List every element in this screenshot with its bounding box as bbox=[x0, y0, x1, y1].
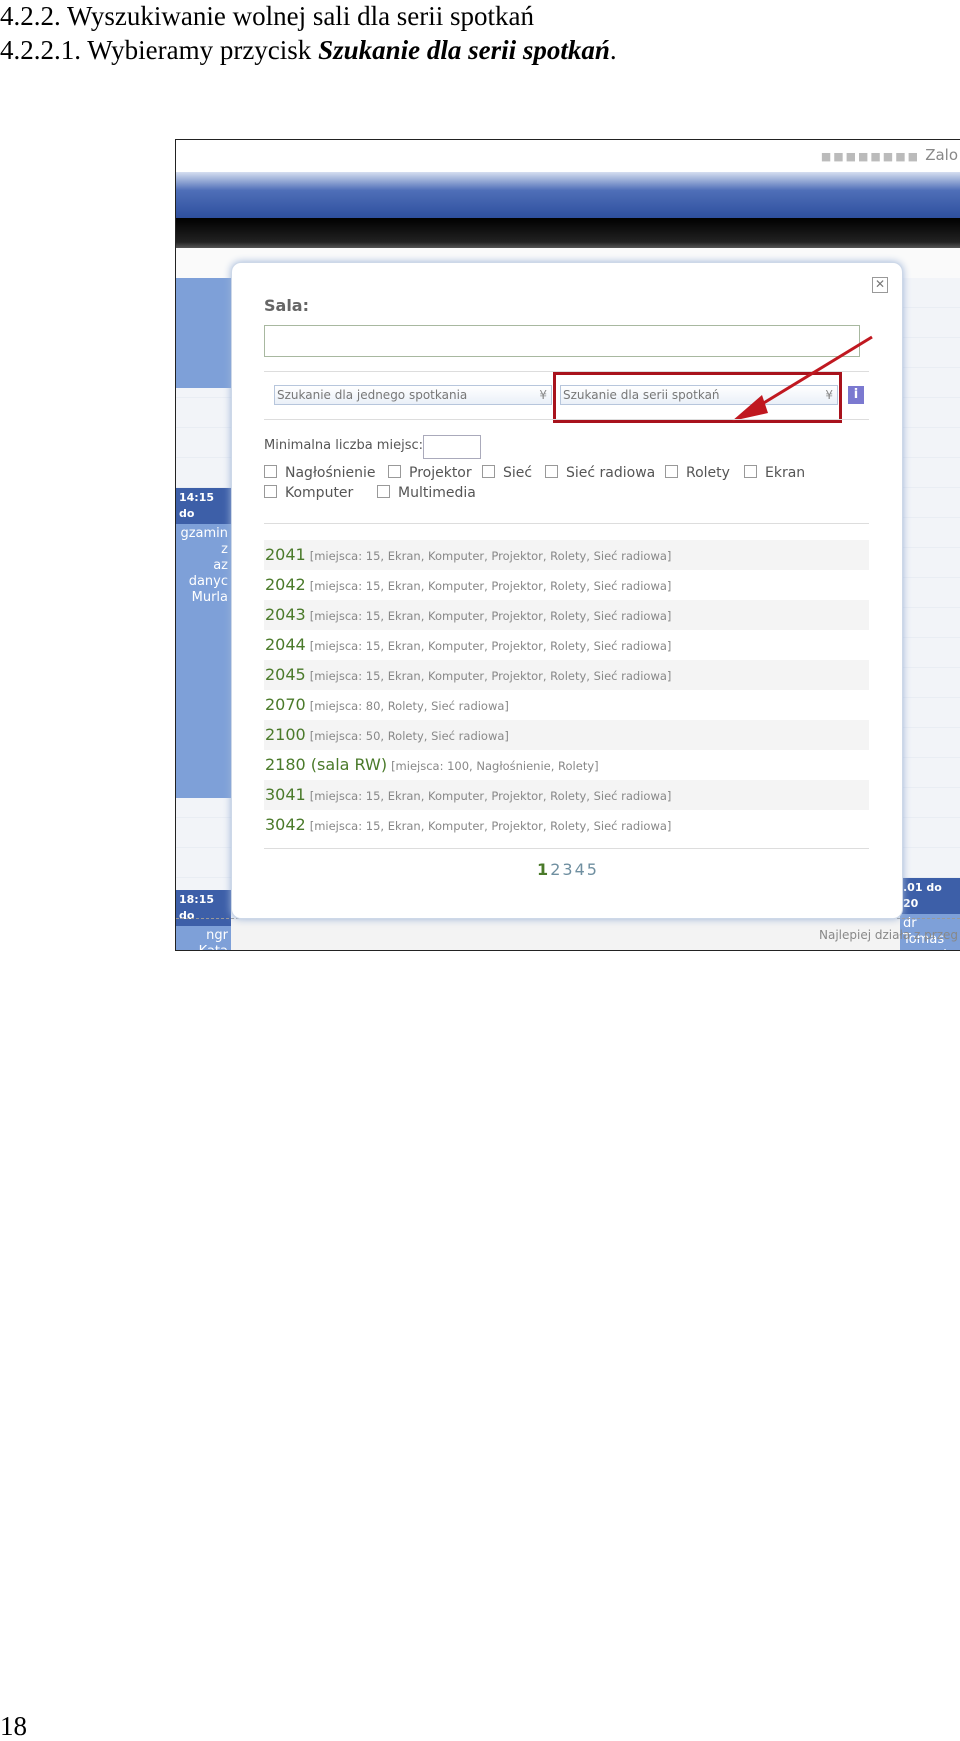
step-emphasis: Szukanie dla serii spotkań bbox=[318, 35, 610, 65]
pagination: 12345 bbox=[232, 860, 902, 879]
checkbox-rolety[interactable]: Rolety bbox=[665, 465, 730, 481]
calendar-event-2[interactable]: 18:15 do ngr Kata Dudek bbox=[176, 890, 231, 950]
step-prefix: 4.2.2.1. Wybieramy przycisk bbox=[0, 35, 319, 65]
checkbox-icon bbox=[482, 465, 495, 478]
divider bbox=[264, 848, 869, 849]
room-details: [miejsca: 100, Nagłośnienie, Rolety] bbox=[391, 759, 599, 773]
arrow-icon bbox=[732, 335, 873, 421]
app-screenshot: ■■■■■■■■ Zalo 14:15 do gzamin z az danyc… bbox=[175, 139, 960, 951]
room-number: 2100 bbox=[265, 725, 306, 744]
checkbox-label: Sieć radiowa bbox=[566, 465, 656, 481]
close-icon[interactable]: ✕ bbox=[872, 277, 888, 293]
section-heading: 4.2.2. Wyszukiwanie wolnej sali dla seri… bbox=[0, 1, 535, 31]
chevron-down-icon: ¥ bbox=[539, 388, 547, 402]
list-item[interactable]: 2043 [miejsca: 15, Ekran, Komputer, Proje… bbox=[264, 600, 869, 630]
event-time: .01 do 20 bbox=[900, 878, 960, 914]
room-number: 2070 bbox=[265, 695, 306, 714]
footer-note: Najlepiej działa z przeg bbox=[818, 928, 958, 942]
page-link-1[interactable]: 1 bbox=[537, 860, 548, 879]
room-details: [miejsca: 50, Rolety, Sieć radiowa] bbox=[309, 729, 509, 743]
min-seats-input[interactable] bbox=[423, 435, 481, 459]
checkbox-icon bbox=[744, 465, 757, 478]
room-number: 2045 bbox=[265, 665, 306, 684]
checkbox-label: Sieć bbox=[503, 465, 533, 481]
list-item[interactable]: 2100 [miejsca: 50, Rolety, Sieć radiowa] bbox=[264, 720, 869, 750]
checkbox-label: Nagłośnienie bbox=[285, 465, 376, 481]
checkbox-icon bbox=[377, 485, 390, 498]
event-body: gzamin z az danyc Murla bbox=[180, 526, 228, 605]
room-details: [miejsca: 15, Ekran, Komputer, Projektor… bbox=[309, 639, 672, 653]
room-details: [miejsca: 15, Ekran, Komputer, Projektor… bbox=[309, 789, 672, 803]
room-details: [miejsca: 15, Ekran, Komputer, Projektor… bbox=[309, 549, 672, 563]
page-link-2[interactable]: 2 bbox=[550, 860, 560, 879]
checkbox-siec[interactable]: Sieć bbox=[482, 465, 532, 481]
checkbox-icon bbox=[264, 465, 277, 478]
nav-bar bbox=[176, 218, 960, 248]
divider bbox=[264, 419, 869, 420]
room-number: 2180 (sala RW) bbox=[265, 755, 388, 774]
checkbox-naglosnienie[interactable]: Nagłośnienie bbox=[264, 465, 376, 481]
calendar-event-mid-left[interactable] bbox=[176, 628, 231, 798]
step-suffix: . bbox=[609, 35, 617, 65]
room-details: [miejsca: 15, Ekran, Komputer, Projektor… bbox=[309, 819, 672, 833]
room-details: [miejsca: 80, Rolety, Sieć radiowa] bbox=[309, 699, 509, 713]
room-details: [miejsca: 15, Ekran, Komputer, Projektor… bbox=[309, 669, 672, 683]
select-label: Szukanie dla jednego spotkania bbox=[277, 388, 468, 402]
checkbox-icon bbox=[264, 485, 277, 498]
room-number: 2044 bbox=[265, 635, 306, 654]
list-item[interactable]: 2042 [miejsca: 15, Ekran, Komputer, Proje… bbox=[264, 570, 869, 600]
login-link[interactable]: Zalo bbox=[925, 146, 958, 164]
calendar-event-top-left[interactable] bbox=[176, 278, 231, 388]
sala-label: Sala: bbox=[264, 296, 309, 315]
checkbox-komputer[interactable]: Komputer bbox=[264, 485, 353, 501]
checkbox-multimedia[interactable]: Multimedia bbox=[377, 485, 476, 501]
page-link-3[interactable]: 3 bbox=[562, 860, 572, 879]
room-details: [miejsca: 15, Ekran, Komputer, Projektor… bbox=[309, 579, 672, 593]
room-list: 2041 [miejsca: 15, Ekran, Komputer, Proje… bbox=[264, 540, 869, 840]
event-body: ngr Kata Dudek bbox=[199, 928, 228, 950]
checkbox-ekran[interactable]: Ekran bbox=[744, 465, 805, 481]
list-item[interactable]: 2041 [miejsca: 15, Ekran, Komputer, Proje… bbox=[264, 540, 869, 570]
single-meeting-search-select[interactable]: Szukanie dla jednego spotkania ¥ bbox=[274, 385, 552, 405]
checkbox-icon bbox=[545, 465, 558, 478]
min-seats-label: Minimalna liczba miejsc: bbox=[264, 438, 423, 453]
list-item[interactable]: 2070 [miejsca: 80, Rolety, Sieć radiowa] bbox=[264, 690, 869, 720]
checkbox-label: Rolety bbox=[686, 465, 730, 481]
page-link-5[interactable]: 5 bbox=[587, 860, 597, 879]
list-item[interactable]: 3042 [miejsca: 15, Ekran, Komputer, Proje… bbox=[264, 810, 869, 840]
room-number: 2041 bbox=[265, 545, 306, 564]
checkbox-icon bbox=[388, 465, 401, 478]
checkbox-projektor[interactable]: Projektor bbox=[388, 465, 472, 481]
list-item[interactable]: 2045 [miejsca: 15, Ekran, Komputer, Proje… bbox=[264, 660, 869, 690]
page-link-4[interactable]: 4 bbox=[575, 860, 585, 879]
room-search-dialog: ✕ Sala: Szukanie dla jednego spotkania ¥… bbox=[231, 262, 903, 919]
checkbox-label: Komputer bbox=[285, 485, 354, 501]
checkbox-siec-radiowa[interactable]: Sieć radiowa bbox=[545, 465, 655, 481]
event-time: 18:15 do bbox=[176, 890, 231, 926]
event-time: 14:15 do bbox=[176, 488, 231, 524]
room-details: [miejsca: 15, Ekran, Komputer, Projektor… bbox=[309, 609, 672, 623]
room-number: 3041 bbox=[265, 785, 306, 804]
room-number: 2042 bbox=[265, 575, 306, 594]
divider bbox=[264, 523, 869, 524]
checkbox-icon bbox=[665, 465, 678, 478]
list-item[interactable]: 3041 [miejsca: 15, Ekran, Komputer, Proje… bbox=[264, 780, 869, 810]
room-number: 2043 bbox=[265, 605, 306, 624]
checkbox-label: Ekran bbox=[765, 465, 806, 481]
top-strip: ■■■■■■■■ Zalo bbox=[176, 140, 960, 172]
page-number: 18 bbox=[0, 1711, 27, 1741]
calendar-event-1[interactable]: 14:15 do gzamin z az danyc Murla bbox=[176, 488, 231, 638]
checkbox-label: Projektor bbox=[409, 465, 472, 481]
header-banner bbox=[176, 172, 960, 218]
dots-decoration: ■■■■■■■■ bbox=[820, 150, 920, 163]
list-item[interactable]: 2180 (sala RW) [miejsca: 100, Nagłośnieni… bbox=[264, 750, 869, 780]
step-instruction: 4.2.2.1. Wybieramy przycisk Szukanie dla… bbox=[0, 34, 617, 66]
list-item[interactable]: 2044 [miejsca: 15, Ekran, Komputer, Proje… bbox=[264, 630, 869, 660]
checkbox-label: Multimedia bbox=[398, 485, 476, 501]
room-number: 3042 bbox=[265, 815, 306, 834]
